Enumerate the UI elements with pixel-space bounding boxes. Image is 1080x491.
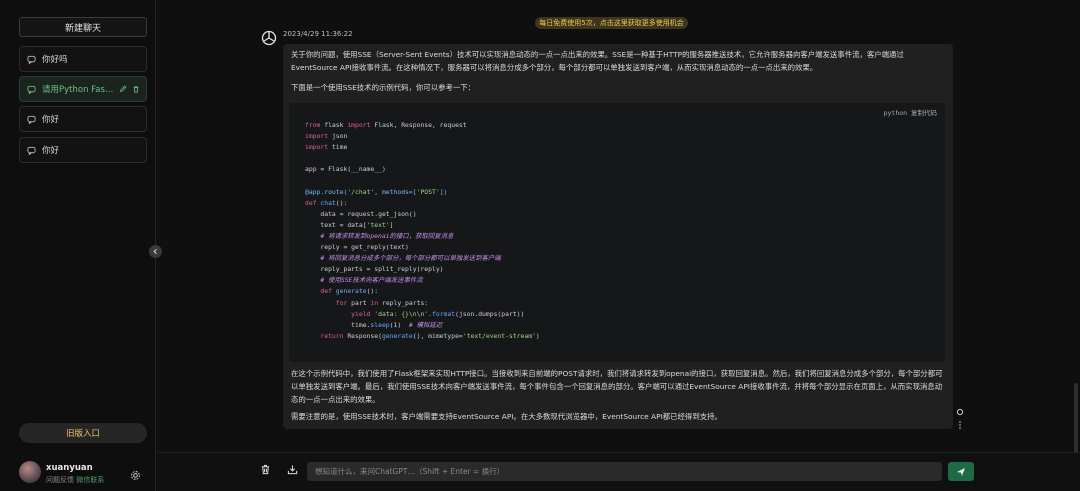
- sidebar-item-chat[interactable]: 你好: [19, 137, 147, 163]
- sidebar-item-label: 请用Python FastA...: [42, 85, 114, 95]
- chat-app: 新建聊天 你好吗 请用Python FastA... 你好 你好 旧版入口 xu…: [0, 0, 1080, 491]
- sidebar-item-label: 你好: [42, 146, 60, 156]
- code-line: # 使用SSE技术向客户端发送事件流: [320, 276, 423, 285]
- message-timestamp: 2023/4/29 11:36:22: [283, 30, 353, 38]
- message-actions: [956, 408, 964, 434]
- code-line: return Response(generate(), mimetype='te…: [320, 331, 540, 340]
- sidebar: 新建聊天 你好吗 请用Python FastA... 你好 你好 旧版入口 xu…: [0, 0, 156, 491]
- chat-bubble-icon: [27, 115, 36, 124]
- code-line: import time: [305, 143, 348, 152]
- message-intro: 关于你的问题，使用SSE（Server-Sent Events）技术可以实现消息…: [291, 50, 904, 72]
- code-content: from flask import Flask, Response, reque…: [305, 120, 540, 342]
- sidebar-item-label: 你好吗: [42, 55, 68, 65]
- code-line: # 将请求转发到openai的接口，获取回复消息: [320, 231, 454, 240]
- openai-logo-icon: [261, 30, 277, 46]
- code-line: time.sleep(1) # 模拟延迟: [305, 320, 443, 329]
- copy-code-button[interactable]: 复制代码: [911, 109, 937, 117]
- message-note: 需要注意的是，使用SSE技术时，客户端需要支持EventSource API。在…: [291, 412, 722, 421]
- scrollbar[interactable]: [1074, 383, 1078, 453]
- code-line: # 将回复消息分成多个部分，每个部分都可以单独发送到客户端: [320, 254, 501, 263]
- chat-main: 每日免费使用5次，点击这里获取更多使用机会 2023/4/29 11:36:22…: [157, 0, 1080, 491]
- code-line: data = request.get_json(): [305, 209, 417, 218]
- code-block: python 复制代码 from flask import Flask, Res…: [289, 103, 945, 362]
- code-header: python 复制代码: [884, 107, 937, 117]
- username: xuanyuan: [46, 463, 93, 473]
- usage-banner[interactable]: 每日免费使用5次，点击这里获取更多使用机会: [535, 17, 688, 29]
- assistant-message: 关于你的问题，使用SSE（Server-Sent Events）技术可以实现消息…: [283, 44, 953, 429]
- feedback-link[interactable]: 问题反馈: [46, 476, 74, 484]
- new-chat-button[interactable]: 新建聊天: [19, 17, 147, 37]
- chat-bubble-icon: [27, 146, 36, 155]
- wechat-link[interactable]: 微信联系: [76, 476, 104, 484]
- code-line: @app.route('/chat', methods=['POST']): [305, 187, 448, 196]
- code-line: app = Flask(__name__): [305, 165, 386, 174]
- code-line: def generate():: [320, 287, 379, 296]
- code-line: for part in reply_parts:: [335, 298, 429, 307]
- code-line: yield 'data: {}\n\n'.format(json.dumps(p…: [351, 309, 525, 318]
- trash-icon[interactable]: [258, 462, 272, 476]
- download-icon[interactable]: [285, 462, 299, 476]
- send-button[interactable]: [948, 462, 974, 481]
- code-line: from flask import Flask, Response, reque…: [305, 121, 467, 129]
- code-line: reply_parts = split_reply(reply): [305, 265, 444, 274]
- code-line: def chat():: [305, 198, 348, 207]
- message-explanation: 在这个示例代码中，我们使用了Flask框架来实现HTTP接口。当接收到来自前端的…: [291, 369, 943, 404]
- code-line: reply = get_reply(text): [305, 243, 409, 252]
- avatar[interactable]: [19, 461, 41, 483]
- user-bar: xuanyuan 问题反馈 微信联系: [19, 460, 147, 486]
- message-lead: 下面是一个使用SSE技术的示例代码，你可以参考一下：: [291, 83, 476, 92]
- edit-icon[interactable]: [119, 85, 127, 96]
- sidebar-item-chat[interactable]: 你好吗: [19, 46, 147, 72]
- sidebar-item-label: 你好: [42, 115, 60, 125]
- chat-bubble-icon: [27, 55, 36, 64]
- code-language: python: [883, 109, 908, 117]
- code-line: text = data['text']: [305, 220, 394, 229]
- code-line: import json: [305, 132, 348, 141]
- user-links: 问题反馈 微信联系: [46, 475, 104, 485]
- sidebar-item-chat[interactable]: 你好: [19, 106, 147, 132]
- chat-bubble-icon: [27, 85, 36, 94]
- gear-icon[interactable]: [130, 466, 141, 485]
- old-version-entry-button[interactable]: 旧版入口: [19, 423, 147, 443]
- message-input[interactable]: 想知道什么，来问ChatGPT…（Shift + Enter = 换行）: [307, 462, 942, 481]
- send-icon: [957, 467, 965, 476]
- delete-icon[interactable]: [132, 85, 140, 96]
- sidebar-item-chat-active[interactable]: 请用Python FastA...: [19, 76, 147, 102]
